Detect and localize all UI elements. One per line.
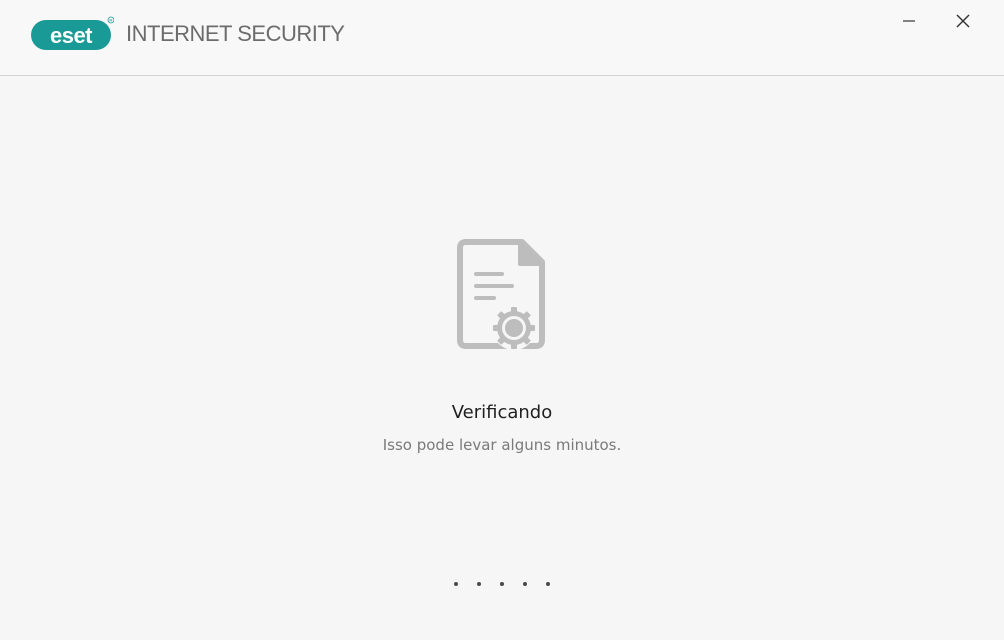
close-button[interactable] (936, 0, 990, 42)
eset-logo-icon: eset R (30, 16, 114, 52)
title-bar: eset R INTERNET SECURITY (0, 0, 1004, 76)
progress-dot (454, 582, 458, 586)
svg-text:eset: eset (50, 23, 93, 48)
minimize-button[interactable] (882, 0, 936, 42)
progress-indicator (0, 582, 1004, 586)
app-window: eset R INTERNET SECURITY Verificando Iss… (0, 0, 1004, 640)
close-icon (955, 13, 971, 29)
minimize-icon (902, 14, 916, 28)
brand-logo: eset R INTERNET SECURITY (30, 16, 345, 52)
status-subtitle: Isso pode levar alguns minutos. (382, 436, 622, 454)
progress-dot (500, 582, 504, 586)
product-name: INTERNET SECURITY (126, 21, 345, 46)
progress-dot (546, 582, 550, 586)
certificate-document-icon (456, 236, 548, 350)
progress-dot (523, 582, 527, 586)
main-content: Verificando Isso pode levar alguns minut… (0, 76, 1004, 640)
window-controls (882, 0, 990, 42)
status-title: Verificando (451, 402, 553, 423)
progress-dot (477, 582, 481, 586)
